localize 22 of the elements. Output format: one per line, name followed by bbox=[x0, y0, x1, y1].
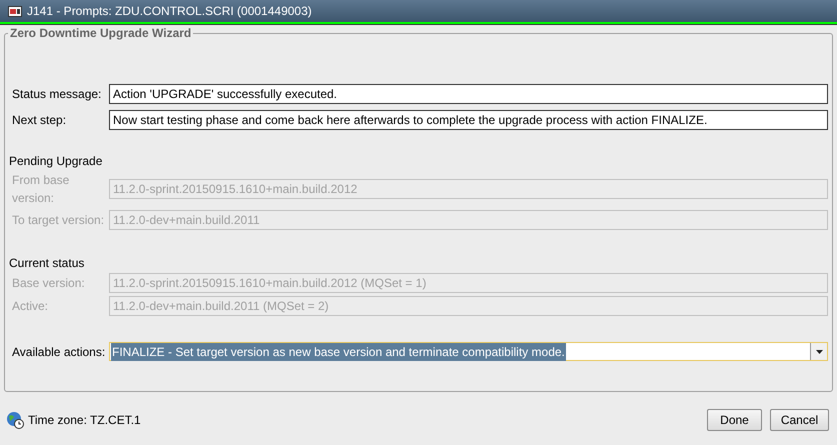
field-label: From base version: bbox=[11, 172, 70, 207]
time-zone-label: Time zone: TZ.CET.1 bbox=[28, 412, 141, 429]
section-heading: Current status bbox=[9, 256, 86, 270]
dialog-button[interactable]: Cancel bbox=[770, 409, 829, 431]
field-label: Base version: bbox=[11, 275, 86, 292]
field-label: Active: bbox=[11, 298, 50, 315]
section-heading: Pending Upgrade bbox=[9, 154, 104, 168]
dropdown-button[interactable] bbox=[810, 343, 827, 360]
field-label: Available actions: bbox=[11, 344, 106, 360]
globe-clock-icon bbox=[6, 411, 24, 429]
window-icon bbox=[8, 6, 22, 16]
caret-icon bbox=[816, 350, 822, 354]
dropdown-value: FINALIZE - Set target version as new base version and terminate compatibility mode. bbox=[111, 342, 566, 360]
field-label: Next step: bbox=[11, 112, 68, 129]
field-label: Status message: bbox=[11, 86, 102, 103]
group-title: Zero Downtime Upgrade Wizard bbox=[8, 26, 194, 40]
dialog-button[interactable]: Done bbox=[707, 409, 762, 431]
actions-dropdown[interactable]: FINALIZE - Set target version as new base version and terminate compatibility mode. bbox=[109, 342, 828, 361]
window-title: J141 - Prompts: ZDU.CONTROL.SCRI (0001449003) bbox=[27, 3, 312, 20]
text-field[interactable]: Action 'UPGRADE' successfully executed. bbox=[109, 84, 828, 104]
text-field[interactable]: Now start testing phase and come back here afterwards to complete the upgrade process with action FINALIZE. bbox=[109, 110, 828, 130]
field-label: To target version: bbox=[11, 212, 106, 229]
